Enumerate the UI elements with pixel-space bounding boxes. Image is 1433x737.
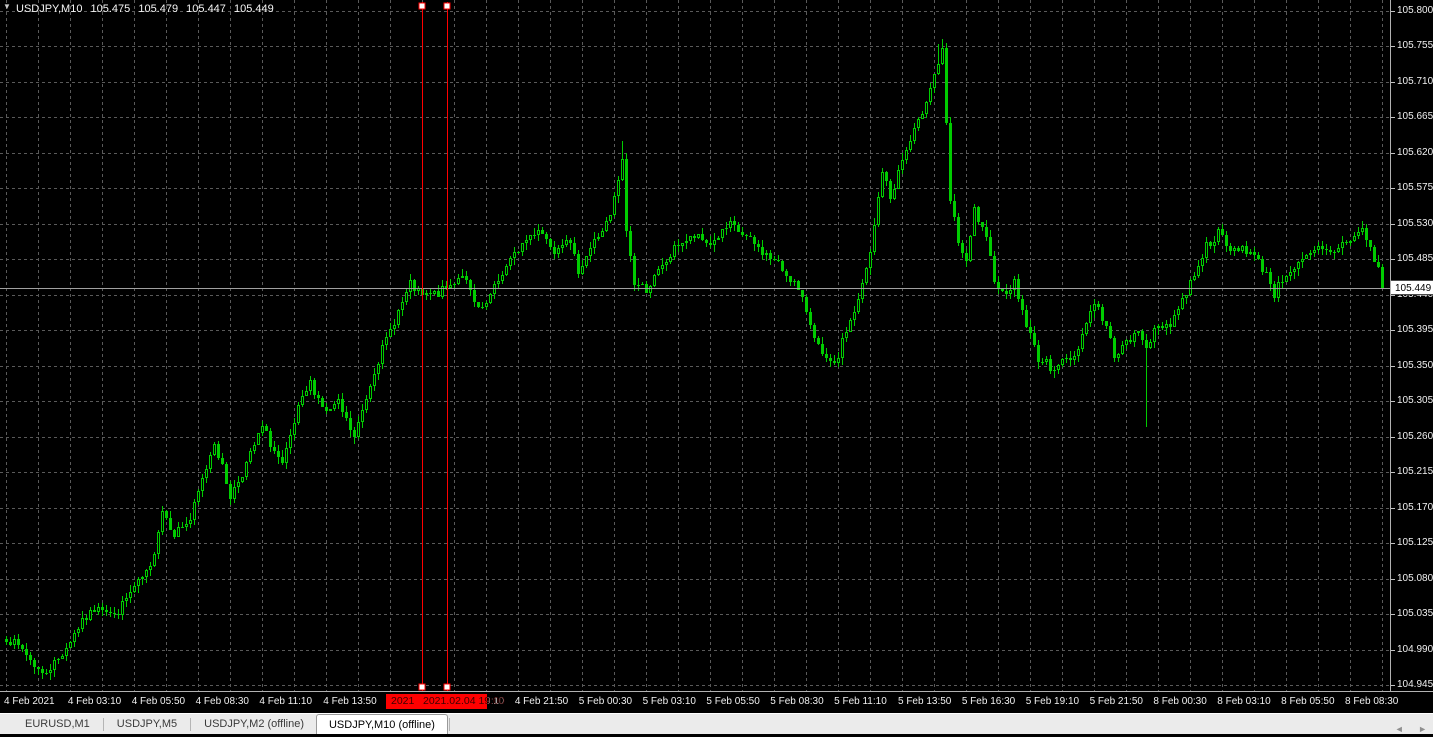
time-axis-label: 5 Feb 08:30 xyxy=(770,696,823,707)
quick-trade-arrow-icon[interactable]: ▼ xyxy=(3,2,11,11)
current-price-tag: 105.449 xyxy=(1391,280,1433,295)
time-axis[interactable]: 8 Feb 08:30 8 Feb 05:50 8 Feb 03:10 8 Feb 0… xyxy=(0,691,1433,713)
tab-separator xyxy=(103,718,104,731)
time-axis-label: 4 Feb 11:10 xyxy=(259,696,312,707)
tab-separator xyxy=(449,718,450,731)
time-axis-label: 4 Feb 21:50 xyxy=(515,696,568,707)
time-axis-label: 5 Feb 11:10 xyxy=(834,696,887,707)
time-axis-label: 5 Feb 13:50 xyxy=(898,696,951,707)
time-axis-label: 4 Feb 13:50 xyxy=(323,696,376,707)
price-axis-tick xyxy=(1391,650,1395,651)
bid-price-line xyxy=(0,288,1390,289)
price-axis-tick xyxy=(1391,46,1395,47)
price-axis-label: 105.710 xyxy=(1397,75,1433,89)
bar-low-value: 105.447 xyxy=(186,3,226,15)
price-axis-label: 105.575 xyxy=(1397,181,1433,195)
price-axis-label: 105.530 xyxy=(1397,217,1433,231)
bar-close-value: 105.449 xyxy=(234,3,274,15)
bar-high-value: 105.479 xyxy=(138,3,178,15)
time-axis-label: 5 Feb 19:10 xyxy=(1026,696,1079,707)
price-axis-tick xyxy=(1391,543,1395,544)
price-axis[interactable]: 105.800 105.755 105.710 105.665 105.620 105.5… xyxy=(1390,0,1433,691)
tabs-scroll-right-icon[interactable]: ► xyxy=(1418,724,1427,734)
price-axis-label: 105.305 xyxy=(1397,394,1433,408)
price-axis-label: 105.620 xyxy=(1397,146,1433,160)
time-axis-label: 4 Feb 05:50 xyxy=(132,696,185,707)
price-axis-tick xyxy=(1391,508,1395,509)
price-axis-tick xyxy=(1391,685,1395,686)
selection-time-label-right: 2021.02.04 19:00 xyxy=(423,695,505,707)
price-axis-label: 105.035 xyxy=(1397,607,1433,621)
price-axis-tick xyxy=(1391,472,1395,473)
tab-usdjpy-m2-offline[interactable]: USDJPY,M2 (offline) xyxy=(192,714,316,734)
time-axis-label: 5 Feb 03:10 xyxy=(643,696,696,707)
price-axis-label: 105.170 xyxy=(1397,501,1433,515)
time-axis-label: 4 Feb 2021 xyxy=(4,696,55,707)
selection-time-label-left: 2021 xyxy=(391,695,414,707)
chart-plot-area[interactable]: ▼ USDJPY,M10 105.475 105.479 105.447 105… xyxy=(0,0,1390,691)
time-axis-label: 8 Feb 00:30 xyxy=(1153,696,1206,707)
price-axis-label: 105.350 xyxy=(1397,359,1433,373)
bar-open-value: 105.475 xyxy=(91,3,131,15)
tab-scroll-controls: ◄ ► xyxy=(1385,719,1427,737)
price-axis-label: 104.990 xyxy=(1397,643,1433,657)
time-axis-label: 8 Feb 05:50 xyxy=(1281,696,1334,707)
tab-usdjpy-m10-offline[interactable]: USDJPY,M10 (offline) xyxy=(316,714,448,734)
chart-canvas[interactable] xyxy=(0,0,1390,691)
time-axis-label: 4 Feb 03:10 xyxy=(68,696,121,707)
tab-usdjpy-m5[interactable]: USDJPY,M5 xyxy=(105,714,189,734)
price-axis-tick xyxy=(1391,366,1395,367)
time-axis-label: 5 Feb 16:30 xyxy=(962,696,1015,707)
time-axis-label: 8 Feb 08:30 xyxy=(1345,696,1398,707)
candlesticks xyxy=(5,39,1384,680)
price-axis-tick xyxy=(1391,614,1395,615)
price-axis-tick xyxy=(1391,437,1395,438)
price-axis-tick xyxy=(1391,117,1395,118)
price-axis-label: 104.945 xyxy=(1397,678,1433,692)
time-axis-label: 5 Feb 00:30 xyxy=(579,696,632,707)
price-axis-label: 105.485 xyxy=(1397,252,1433,266)
price-axis-tick xyxy=(1391,401,1395,402)
price-axis-tick xyxy=(1391,82,1395,83)
selection-time-label: 2021 2021.02.04 19:00 xyxy=(386,694,487,709)
vertical-line-selection[interactable] xyxy=(419,2,450,691)
price-axis-tick xyxy=(1391,153,1395,154)
price-axis-label: 105.755 xyxy=(1397,39,1433,53)
tab-eurusd-m1[interactable]: EURUSD,M1 xyxy=(13,714,102,734)
chart-symbol-period: USDJPY,M10 xyxy=(16,3,82,15)
price-axis-tick xyxy=(1391,579,1395,580)
tabs-scroll-left-icon[interactable]: ◄ xyxy=(1395,724,1404,734)
price-axis-label: 105.800 xyxy=(1397,4,1433,18)
price-axis-tick xyxy=(1391,259,1395,260)
chart-tab-bar: EURUSD,M1 USDJPY,M5 USDJPY,M2 (offline) … xyxy=(0,713,1433,734)
price-axis-tick xyxy=(1391,330,1395,331)
tab-separator xyxy=(190,718,191,731)
price-axis-label: 105.215 xyxy=(1397,465,1433,479)
price-axis-label: 105.125 xyxy=(1397,536,1433,550)
price-axis-tick xyxy=(1391,224,1395,225)
price-axis-label: 105.665 xyxy=(1397,110,1433,124)
time-axis-label: 8 Feb 03:10 xyxy=(1217,696,1270,707)
price-axis-tick xyxy=(1391,11,1395,12)
chart-title: USDJPY,M10 105.475 105.479 105.447 105.4… xyxy=(16,3,279,15)
price-axis-label: 105.260 xyxy=(1397,430,1433,444)
mt4-chart-window: ▼ USDJPY,M10 105.475 105.479 105.447 105… xyxy=(0,0,1433,734)
price-axis-label: 105.395 xyxy=(1397,323,1433,337)
price-axis-tick xyxy=(1391,188,1395,189)
time-axis-label: 4 Feb 08:30 xyxy=(196,696,249,707)
time-axis-label: 5 Feb 21:50 xyxy=(1090,696,1143,707)
time-axis-label: 5 Feb 05:50 xyxy=(706,696,759,707)
price-axis-label: 105.080 xyxy=(1397,572,1433,586)
grid-lines xyxy=(0,0,1390,691)
